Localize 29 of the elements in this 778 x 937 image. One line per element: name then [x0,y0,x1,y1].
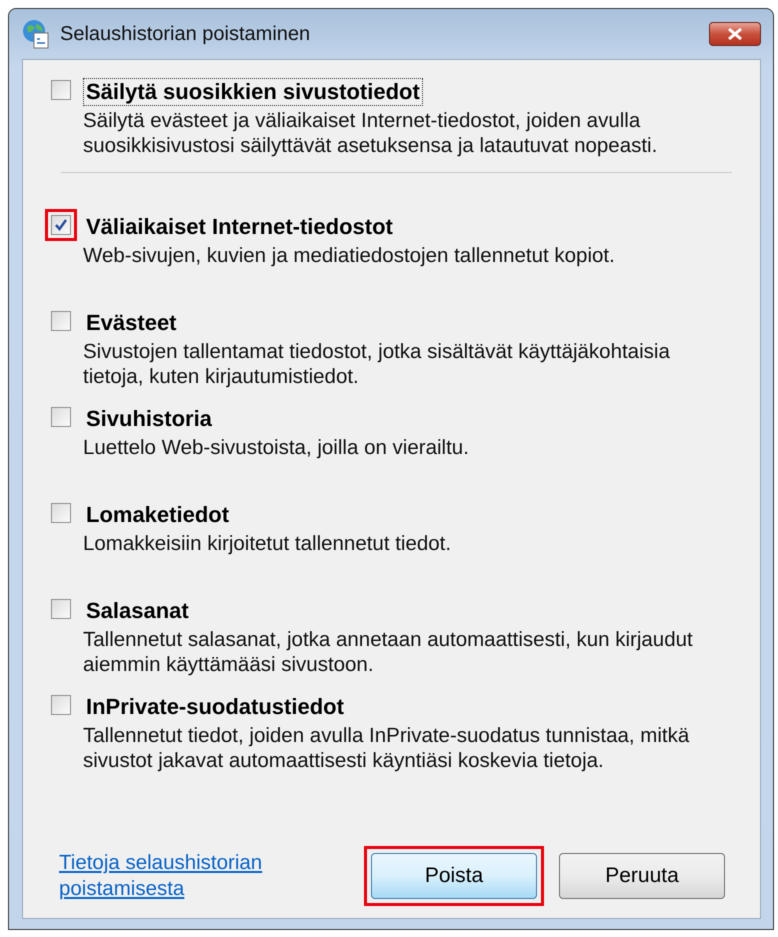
checkbox[interactable] [51,80,71,100]
option-label[interactable]: Väliaikaiset Internet-tiedostot [83,213,396,241]
close-button[interactable] [709,22,761,46]
option-label[interactable]: Evästeet [83,309,180,337]
option-description: Tallennetut tiedot, joiden avulla InPrivate-suodatus tunnistaa, mitkä sivustot jakavat automaattisesti käyntiäsi koskevia tietoja. [83,723,690,773]
checkbox[interactable] [51,503,71,523]
delete-button[interactable]: Poista [371,853,537,899]
checkbox[interactable] [51,599,71,619]
window-title: Selaushistorian poistaminen [60,22,312,46]
option-label[interactable]: Säilytä suosikkien sivustotiedot [83,78,423,106]
checkmark-icon [54,218,68,232]
option-description: Säilytä evästeet ja väliaikaiset Internet-tiedostot, joiden avulla suosikkisivustosi säilyttävät asetuksensa ja latautuvat nopeasti. [83,108,658,158]
checkbox[interactable] [51,407,71,427]
globe-page-icon [22,19,50,49]
option-label[interactable]: Salasanat [83,597,192,625]
checkbox[interactable] [51,215,71,235]
option-description: Tallennetut salasanat, jotka annetaan automaattisesti, kun kirjaudut aiemmin käyttämääsi sivustoon. [83,627,694,677]
help-link[interactable]: Tietoja selaushistorian poistamisesta [59,850,344,902]
option-description: Sivustojen tallentamat tiedostot, jotka sisältävät käyttäjäkohtaisia tietoja, kuten kirjautumistiedot. [83,339,671,389]
checkbox[interactable] [51,695,71,715]
option-description: Web-sivujen, kuvien ja mediatiedostojen tallennetut kopiot. [83,243,616,268]
option-label[interactable]: Lomaketiedot [83,501,232,529]
option-description: Lomakkeisiin kirjoitetut tallennetut tiedot. [83,531,452,556]
option-description: Luettelo Web-sivustoista, joilla on vierailtu. [83,435,470,460]
close-icon [726,27,744,41]
checkbox[interactable] [51,311,71,331]
cancel-button[interactable]: Peruuta [559,853,725,899]
option-label[interactable]: InPrivate-suodatustiedot [83,693,347,721]
option-label[interactable]: Sivuhistoria [83,405,215,433]
